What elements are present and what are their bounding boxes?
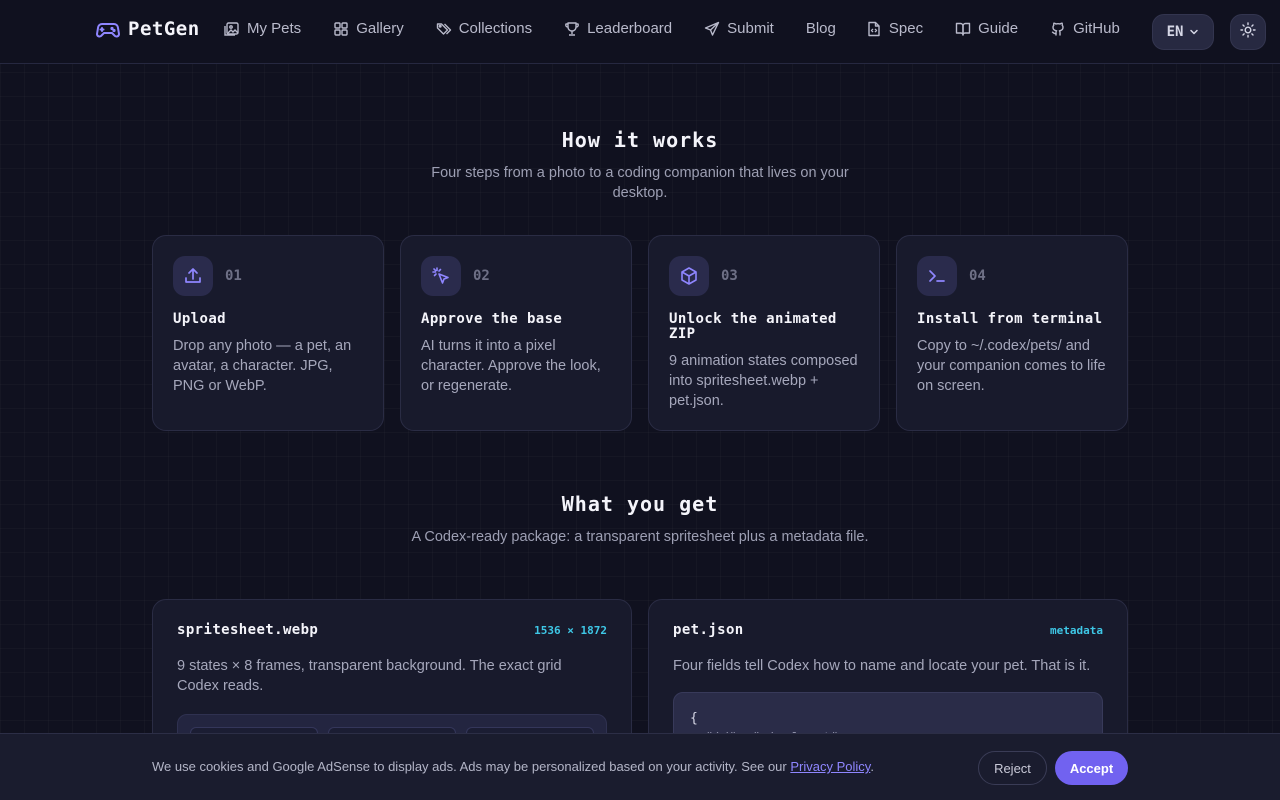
nav-link-my-pets[interactable]: My Pets [224, 20, 301, 37]
nav-link-gallery[interactable]: Gallery [333, 20, 404, 37]
trophy-icon [564, 21, 580, 37]
card-description: Four fields tell Codex how to name and l… [673, 658, 1091, 674]
card-title: pet.json [673, 622, 744, 638]
tags-icon [436, 21, 452, 37]
nav-link-guide[interactable]: Guide [955, 20, 1018, 37]
cookie-message: We use cookies and Google AdSense to dis… [152, 759, 874, 774]
nav-link-github[interactable]: GitHub [1050, 20, 1120, 37]
package-icon [669, 256, 709, 296]
brand-name: PetGen [128, 18, 200, 40]
brand-logo[interactable]: PetGen [96, 18, 200, 40]
step-number: 04 [969, 268, 986, 284]
nav-link-leaderboard[interactable]: Leaderboard [564, 20, 672, 37]
language-selector[interactable]: EN [1152, 14, 1214, 50]
nav-link-label: My Pets [247, 20, 302, 37]
how-it-works-title: How it works [561, 128, 719, 152]
nav-link-label: Submit [727, 20, 774, 37]
step-card-unlock: 03 Unlock the animated ZIP 9 animation s… [648, 235, 880, 431]
nav-link-spec[interactable]: Spec [866, 20, 923, 37]
card-description: 9 states × 8 frames, transparent backgro… [177, 658, 562, 694]
nav-link-label: Guide [978, 20, 1019, 37]
how-it-works-subtitle: Four steps from a photo to a coding comp… [431, 165, 849, 201]
step-title: Install from terminal [917, 311, 1103, 327]
nav-link-collections[interactable]: Collections [436, 20, 532, 37]
language-label: EN [1166, 24, 1184, 40]
metadata-badge: metadata [1050, 623, 1103, 637]
top-nav: PetGen My Pets Gallery Collections Leade… [0, 0, 1280, 64]
what-you-get-subtitle: A Codex-ready package: a transparent spr… [411, 529, 869, 545]
chevron-down-icon [1189, 24, 1199, 40]
github-icon [1050, 21, 1066, 37]
code-line: { [690, 711, 698, 726]
image-icon [224, 21, 240, 37]
send-icon [704, 21, 720, 37]
step-description: 9 animation states composed into sprites… [669, 353, 858, 409]
nav-links: My Pets Gallery Collections Leaderboard … [224, 20, 1152, 37]
sun-icon [1240, 21, 1256, 43]
nav-link-blog[interactable]: Blog [806, 20, 836, 37]
card-title: spritesheet.webp [177, 622, 319, 638]
upload-icon [173, 256, 213, 296]
accept-button[interactable]: Accept [1055, 751, 1128, 785]
dimensions-badge: 1536 × 1872 [534, 623, 607, 637]
step-number: 01 [225, 268, 242, 284]
file-code-icon [866, 21, 882, 37]
step-card-approve: 02 Approve the base AI turns it into a p… [400, 235, 632, 431]
step-title: Unlock the animated ZIP [669, 311, 837, 342]
privacy-policy-link[interactable]: Privacy Policy [790, 759, 870, 774]
step-description: Drop any photo — a pet, an avatar, a cha… [173, 338, 352, 394]
nav-link-label: Spec [888, 20, 924, 37]
nav-link-label: Collections [458, 20, 533, 37]
step-number: 02 [473, 268, 490, 284]
book-icon [955, 21, 971, 37]
reject-button[interactable]: Reject [978, 751, 1047, 785]
cookie-period: . [870, 759, 874, 774]
nav-link-label: Leaderboard [587, 20, 673, 37]
step-title: Approve the base [421, 311, 563, 327]
cookie-banner: We use cookies and Google AdSense to dis… [0, 733, 1280, 800]
nav-link-label: Gallery [356, 20, 404, 37]
gamepad-icon [96, 18, 120, 40]
step-card-install: 04 Install from terminal Copy to ~/.code… [896, 235, 1128, 431]
cookie-text: We use cookies and Google AdSense to dis… [152, 759, 787, 774]
nav-link-submit[interactable]: Submit [704, 20, 774, 37]
nav-link-label: Blog [805, 20, 836, 37]
step-description: Copy to ~/.codex/pets/ and your companio… [917, 338, 1106, 394]
what-you-get-title: What you get [561, 492, 719, 516]
theme-toggle-button[interactable] [1230, 14, 1266, 50]
nav-link-label: GitHub [1073, 20, 1120, 37]
terminal-icon [917, 256, 957, 296]
step-card-upload: 01 Upload Drop any photo — a pet, an ava… [152, 235, 384, 431]
cursor-click-icon [421, 256, 461, 296]
step-number: 03 [721, 268, 738, 284]
grid-icon [333, 21, 349, 37]
step-description: AI turns it into a pixel character. Appr… [421, 338, 601, 394]
step-title: Upload [173, 311, 226, 327]
